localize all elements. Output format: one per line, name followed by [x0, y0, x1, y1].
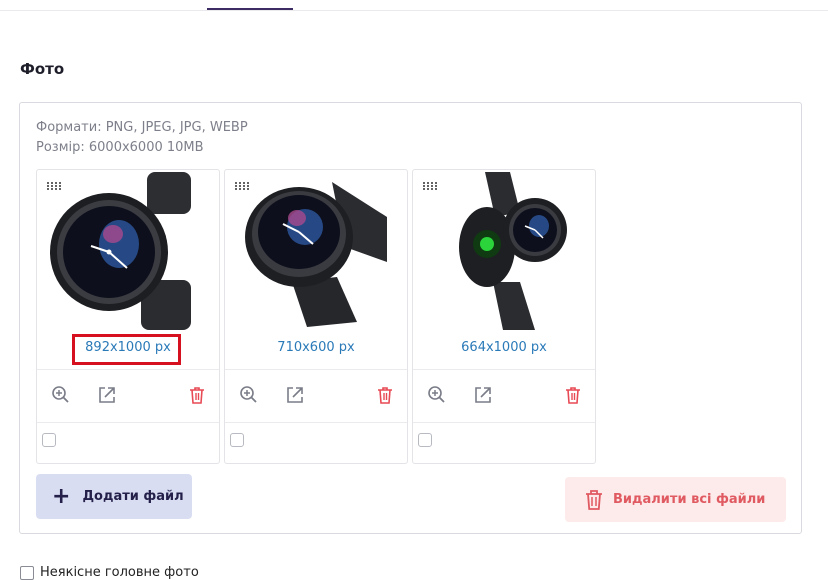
section-title: Фото: [20, 60, 65, 78]
card-divider: [225, 369, 407, 370]
zoom-in-icon[interactable]: [238, 384, 260, 406]
plus-icon: +: [52, 483, 71, 509]
trash-icon[interactable]: [186, 384, 208, 406]
size-hint: Розмір: 6000x6000 10MB: [36, 140, 204, 155]
image-card[interactable]: 664x1000 px: [412, 169, 596, 464]
card-divider: [37, 369, 219, 370]
add-file-button[interactable]: + Додати файл: [36, 474, 192, 519]
active-tab-indicator: [207, 8, 293, 10]
watch-thumbnail[interactable]: [49, 172, 207, 330]
watch-thumbnail[interactable]: [237, 172, 395, 330]
add-file-label: Додати файл: [82, 489, 184, 504]
select-image-checkbox[interactable]: [418, 433, 432, 447]
external-link-icon[interactable]: [284, 384, 306, 406]
card-divider: [225, 422, 407, 423]
zoom-in-icon[interactable]: [426, 384, 448, 406]
image-dimensions: 710x600 px: [277, 340, 355, 355]
card-divider: [413, 422, 595, 423]
external-link-icon[interactable]: [472, 384, 494, 406]
zoom-in-icon[interactable]: [50, 384, 72, 406]
image-card[interactable]: 892x1000 px: [36, 169, 220, 464]
card-divider: [413, 369, 595, 370]
low-quality-photo-label: Неякісне головне фото: [40, 565, 199, 580]
trash-icon[interactable]: [562, 384, 584, 406]
watch-thumbnail[interactable]: [425, 172, 583, 330]
top-divider: [0, 10, 828, 11]
image-card[interactable]: 710x600 px: [224, 169, 408, 464]
delete-all-files-label: Видалити всі файли: [613, 492, 766, 507]
low-quality-photo-checkbox[interactable]: [20, 566, 34, 580]
image-dimensions: 664x1000 px: [461, 340, 547, 355]
external-link-icon[interactable]: [96, 384, 118, 406]
trash-icon[interactable]: [374, 384, 396, 406]
formats-hint: Формати: PNG, JPEG, JPG, WEBP: [36, 120, 248, 135]
select-image-checkbox[interactable]: [42, 433, 56, 447]
dimensions-highlight: [72, 334, 181, 365]
card-divider: [37, 422, 219, 423]
trash-icon: [586, 489, 602, 510]
select-image-checkbox[interactable]: [230, 433, 244, 447]
delete-all-files-button[interactable]: Видалити всі файли: [565, 477, 786, 522]
